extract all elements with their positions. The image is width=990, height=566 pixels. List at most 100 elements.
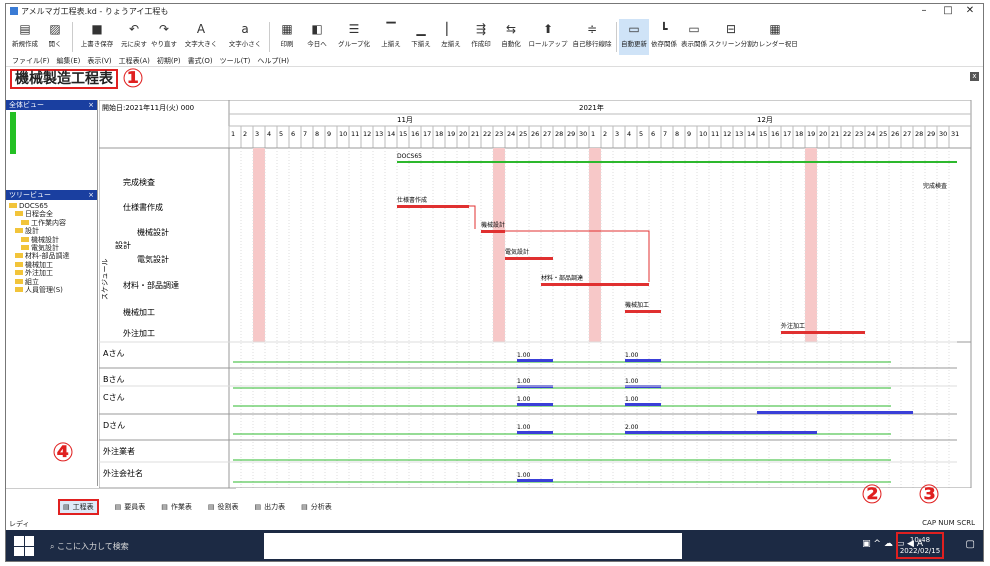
search-placeholder: ここに入力して検索 — [57, 541, 129, 551]
menu-item[interactable]: ツール(T) — [220, 56, 251, 66]
day-label: 4 — [267, 130, 271, 138]
split-button[interactable]: ⊟ スクリーン分割 — [708, 19, 753, 55]
tree-item-label: 組立 — [25, 277, 39, 286]
minimize-button[interactable]: – — [913, 4, 935, 18]
align-bottom-button[interactable]: ▁ 下揃え — [406, 19, 436, 55]
day-label: 24 — [507, 130, 515, 138]
day-label: 17 — [783, 130, 791, 138]
font-down-button[interactable]: a 文字小さく — [223, 19, 267, 55]
close-icon[interactable]: × — [88, 190, 94, 200]
tab-1[interactable]: ▤ 要員表 — [115, 502, 146, 512]
tree-item[interactable]: 人員管理(S) — [9, 286, 97, 294]
tab-0[interactable]: ▤ 工程表 — [58, 499, 99, 515]
menu-item[interactable]: ヘルプ(H) — [257, 56, 289, 66]
print-button[interactable]: ▦ 印刷 — [272, 19, 302, 55]
tree-item-label: 工作業内容 — [31, 218, 66, 227]
tree-item-label: 電気設計 — [31, 244, 59, 253]
tree-item[interactable]: 工作業内容 — [9, 219, 97, 227]
display-button[interactable]: ▭ 表示関係 — [679, 19, 709, 55]
close-button[interactable]: ✕ — [959, 4, 981, 18]
load-bar — [517, 479, 553, 482]
menu-item[interactable]: 表示(V) — [87, 56, 111, 66]
folder-icon — [15, 287, 23, 293]
folder-icon — [15, 278, 23, 284]
day-label: 3 — [615, 130, 619, 138]
task-bar[interactable] — [541, 283, 649, 286]
task-bar[interactable] — [397, 205, 469, 208]
year-label: 2021年 — [579, 103, 604, 112]
connect-button[interactable]: ⇶ 作成印 — [466, 19, 496, 55]
menu-item[interactable]: 初期(P) — [157, 56, 181, 66]
tree-item[interactable]: 機械加工 — [9, 261, 97, 269]
load-bar — [625, 431, 817, 434]
calendar-button[interactable]: ▦ カレンダー祝日 — [752, 19, 798, 55]
day-label: 13 — [375, 130, 383, 138]
title-bar: アメルマガ工程表.kd - りょうアイ工程も – □ ✕ — [6, 4, 983, 18]
tree-item[interactable]: 日程会全 — [9, 210, 97, 218]
auto-button[interactable]: ⇆ 自動化 — [496, 19, 526, 55]
tab-5[interactable]: ▤ 分析表 — [301, 502, 332, 512]
close-icon[interactable]: × — [88, 100, 94, 110]
save-button[interactable]: ■ 上書き保存 — [75, 19, 119, 55]
new-button[interactable]: ▤ 新規作成 — [10, 19, 40, 55]
undo-button[interactable]: ↶ 元に戻す — [119, 19, 149, 55]
tab-3[interactable]: ▤ 役割表 — [208, 502, 239, 512]
group-button[interactable]: ☰ グループ化 — [332, 19, 376, 55]
redo-button[interactable]: ↷ やり直す — [149, 19, 179, 55]
search-icon: ⌕ — [50, 541, 58, 551]
tree-item[interactable]: DOCS65 — [9, 202, 97, 210]
close-doc-icon[interactable]: x — [970, 72, 979, 81]
tree-item[interactable]: 機械設計 — [9, 236, 97, 244]
align-left-button[interactable]: ▏ 左揃え — [436, 19, 466, 55]
open-button[interactable]: ▨ 開く — [40, 19, 70, 55]
tree-item[interactable]: 設計 — [9, 227, 97, 235]
day-label: 30 — [579, 130, 587, 138]
align-bottom-icon: ▁ — [416, 22, 426, 36]
tree-item[interactable]: 外注加工 — [9, 269, 97, 277]
taskbar-search[interactable]: ⌕ ここに入力して検索 — [50, 541, 129, 552]
task-bar[interactable] — [505, 257, 553, 260]
task-bar-label: 機械設計 — [481, 221, 505, 229]
status-right: CAP NUM SCRL — [922, 519, 975, 527]
display-icon: ▭ — [688, 22, 700, 36]
day-label: 20 — [459, 130, 467, 138]
task-bar[interactable] — [625, 310, 661, 313]
windows-start-icon[interactable] — [14, 536, 34, 556]
tab-2[interactable]: ▤ 作業表 — [161, 502, 192, 512]
tree-item[interactable]: 電気設計 — [9, 244, 97, 252]
day-label: 21 — [471, 130, 479, 138]
gantt-chart: 開始日:2021年11月(火) 000 2021年 11月 12月 1 2 3 4 5 6 7 8 9 1… — [98, 99, 983, 489]
day-label: 4 — [627, 130, 631, 138]
day-label: 11 — [711, 130, 719, 138]
day-label: 5 — [279, 130, 283, 138]
auto-refresh-button[interactable]: ▭ 自動更新 — [619, 19, 649, 55]
day-label: 2 — [603, 130, 607, 138]
maximize-button[interactable]: □ — [937, 4, 959, 18]
menu-item[interactable]: 書式(O) — [188, 56, 213, 66]
task-bar[interactable] — [781, 331, 865, 334]
overview-bar — [10, 112, 16, 154]
self-line-button[interactable]: ≑ 自己移行線除 — [570, 19, 614, 55]
tree-item[interactable]: 材料-部品調達 — [9, 252, 97, 260]
vertical-scrollbar[interactable] — [971, 100, 983, 488]
day-label: 3 — [255, 130, 259, 138]
app-window: アメルマガ工程表.kd - りょうアイ工程も – □ ✕ ▤ 新規作成 ▨ 開く ■ 上書… — [5, 3, 984, 562]
horizontal-scrollbar[interactable] — [6, 488, 236, 496]
align-top-button[interactable]: ▔ 上揃え — [376, 19, 406, 55]
load-bar — [517, 431, 553, 434]
rollup-button[interactable]: ⬆ ロールアップ — [526, 19, 570, 55]
connect-icon: ⇶ — [475, 22, 487, 36]
gantt-canvas[interactable]: 開始日:2021年11月(火) 000 2021年11月 12月1 2 3 4 5 6 7 8 9 1… — [98, 99, 972, 489]
task-bar[interactable] — [481, 230, 505, 233]
tab-label: 出力表 — [264, 503, 286, 511]
dependency-button[interactable]: ┗ 依存関係 — [649, 19, 679, 55]
overview-panel[interactable] — [6, 110, 97, 180]
font-up-button[interactable]: A 文字大きく — [179, 19, 223, 55]
today-button[interactable]: ◧ 今日へ — [302, 19, 332, 55]
menu-item[interactable]: ファイル(F) — [12, 56, 50, 66]
tree-item[interactable]: 組立 — [9, 278, 97, 286]
notification-icon[interactable]: ▢ — [966, 539, 975, 550]
clock[interactable]: 10:48 2022/02/15 — [896, 532, 944, 559]
menu-item[interactable]: 編集(E) — [57, 56, 81, 66]
tab-4[interactable]: ▤ 出力表 — [255, 502, 286, 512]
